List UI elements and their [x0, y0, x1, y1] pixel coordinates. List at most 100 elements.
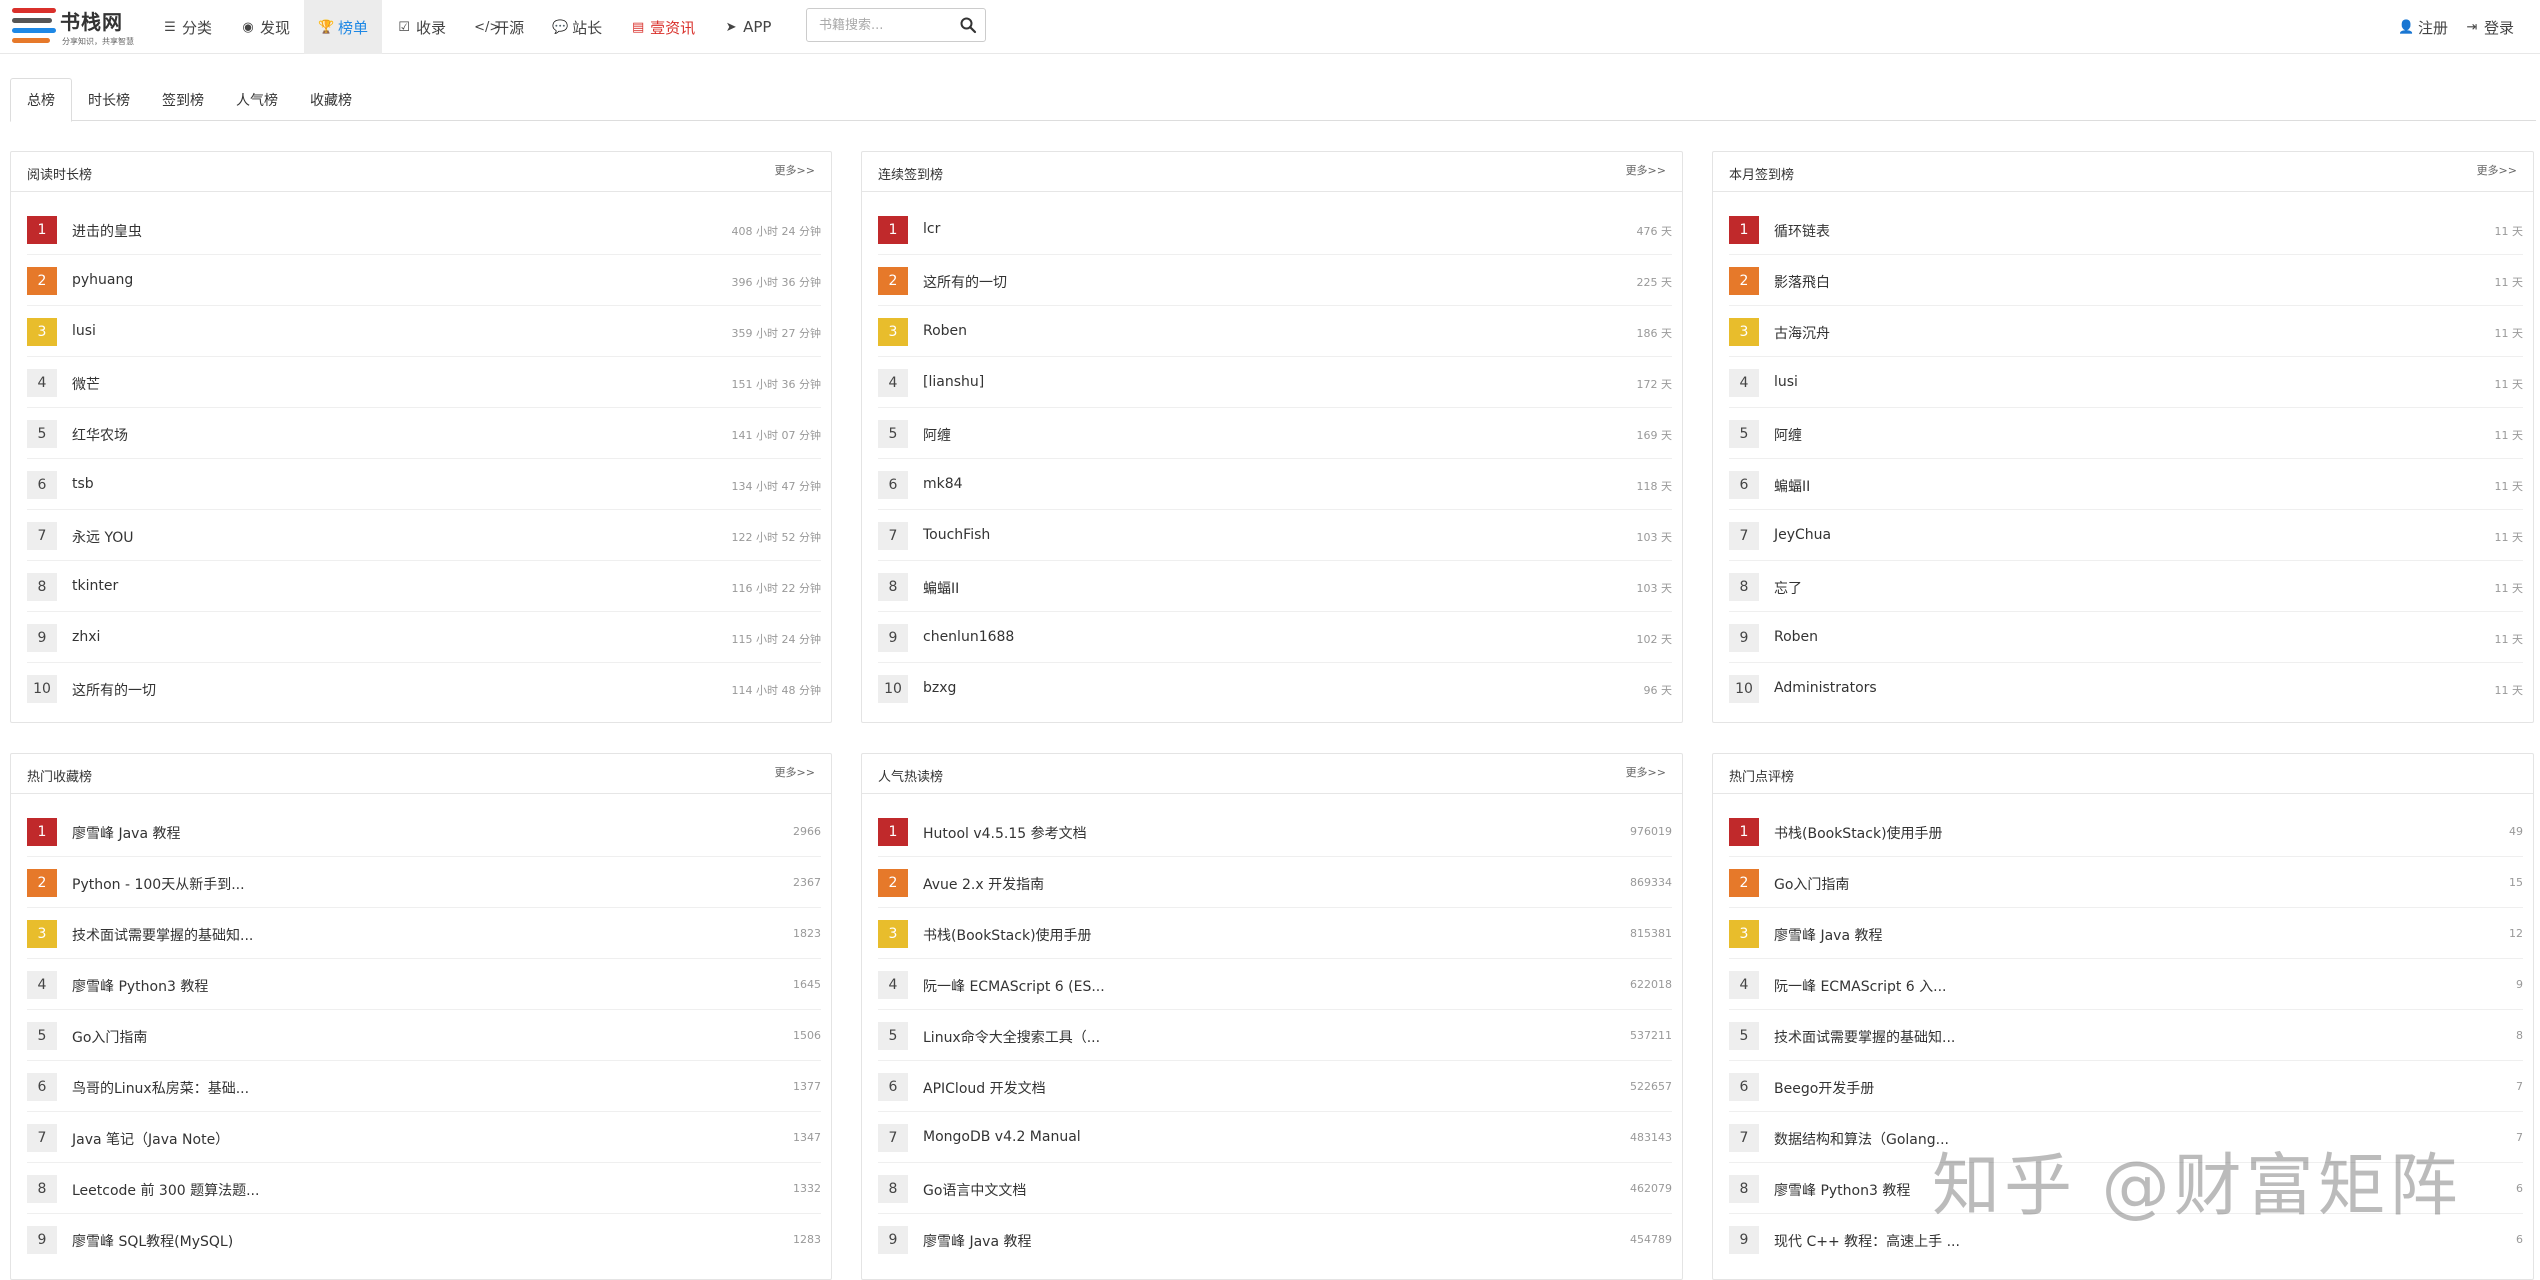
- rank-name-link[interactable]: 阿缠: [923, 425, 951, 445]
- rank-name-link[interactable]: 阮一峰 ECMAScript 6 (ES...: [923, 976, 1105, 996]
- rank-name-link[interactable]: 廖雪峰 Python3 教程: [1774, 1180, 1910, 1200]
- rank-name-link[interactable]: 鸟哥的Linux私房菜：基础...: [72, 1078, 249, 1098]
- rank-number-badge: 8: [1729, 573, 1759, 601]
- rank-name-link[interactable]: Beego开发手册: [1774, 1078, 1874, 1098]
- rank-name-link[interactable]: Go语言中文文档: [923, 1180, 1026, 1200]
- rank-name-link[interactable]: 影落飛白: [1774, 272, 1830, 292]
- rank-name-link[interactable]: chenlun1688: [923, 629, 1014, 645]
- rank-name-link[interactable]: 红华农场: [72, 425, 128, 445]
- rank-name-link[interactable]: [lianshu]: [923, 374, 984, 390]
- rank-name-link[interactable]: 蝙蝠II: [923, 578, 959, 598]
- rank-number-badge: 5: [27, 1022, 57, 1050]
- rank-name-link[interactable]: lcr: [923, 221, 940, 237]
- rank-name-link[interactable]: 这所有的一切: [923, 272, 1007, 292]
- rank-name-link[interactable]: 现代 C++ 教程：高速上手 ...: [1774, 1231, 1960, 1251]
- rank-name-link[interactable]: zhxi: [72, 629, 100, 645]
- wechat-icon: 💬: [552, 19, 569, 35]
- rank-name-link[interactable]: 这所有的一切: [72, 680, 156, 700]
- rank-name-link[interactable]: 微芒: [72, 374, 100, 394]
- more-link[interactable]: 更多>>: [2477, 162, 2517, 178]
- rank-name-link[interactable]: Roben: [923, 323, 967, 339]
- login-link[interactable]: ⇥ 登录: [2456, 0, 2522, 54]
- nav-item-webmaster[interactable]: 💬 站长: [538, 0, 616, 54]
- rank-number-badge: 5: [1729, 420, 1759, 448]
- rank-name-link[interactable]: Roben: [1774, 629, 1818, 645]
- nav-item-ranking[interactable]: 🏆 榜单: [304, 0, 383, 54]
- tab-duration[interactable]: 时长榜: [72, 78, 146, 121]
- register-link[interactable]: 👤 注册: [2390, 0, 2456, 54]
- rank-name-link[interactable]: 古海沉舟: [1774, 323, 1830, 343]
- rank-list: 1 进击的皇虫 408 小时 24 分钟 2 pyhuang 396 小时 36 分钟 3 l…: [11, 192, 831, 714]
- more-link[interactable]: 更多>>: [1626, 162, 1666, 178]
- rank-name-link[interactable]: 廖雪峰 SQL教程(MySQL): [72, 1231, 233, 1251]
- search-icon[interactable]: [959, 16, 977, 34]
- rank-value: 134 小时 47 分钟: [731, 480, 821, 493]
- nav-item-category[interactable]: ☰ 分类: [148, 0, 226, 54]
- nav-item-discover[interactable]: ◉ 发现: [226, 0, 304, 54]
- panel-header: 阅读时长榜 更多>>: [11, 152, 831, 192]
- rank-name-link[interactable]: 书栈(BookStack)使用手册: [1774, 823, 1943, 843]
- rank-name-link[interactable]: mk84: [923, 476, 963, 492]
- rank-name-link[interactable]: pyhuang: [72, 272, 133, 288]
- nav-item-collect[interactable]: ☑ 收录: [382, 0, 460, 54]
- rank-number-badge: 7: [27, 1124, 57, 1152]
- rank-name-link[interactable]: Go入门指南: [1774, 874, 1849, 894]
- rank-name-link[interactable]: 蝙蝠II: [1774, 476, 1810, 496]
- rank-name-link[interactable]: JeyChua: [1774, 527, 1831, 543]
- rank-name-link[interactable]: Go入门指南: [72, 1027, 147, 1047]
- rank-name-link[interactable]: tkinter: [72, 578, 118, 594]
- user-actions: 👤 注册 ⇥ 登录: [2390, 0, 2522, 54]
- nav-item-news[interactable]: ▤ 壹资讯: [616, 0, 709, 54]
- rank-name-link[interactable]: MongoDB v4.2 Manual: [923, 1129, 1081, 1145]
- sign-in-icon: ⇥: [2466, 19, 2478, 35]
- rank-name-link[interactable]: 技术面试需要掌握的基础知...: [72, 925, 253, 945]
- tab-signin[interactable]: 签到榜: [146, 78, 220, 121]
- rank-name-link[interactable]: 阿缠: [1774, 425, 1802, 445]
- rank-name-link[interactable]: APICloud 开发文档: [923, 1078, 1046, 1098]
- rank-name-link[interactable]: 廖雪峰 Python3 教程: [72, 976, 208, 996]
- rank-name-link[interactable]: TouchFish: [923, 527, 990, 543]
- rank-name-link[interactable]: 技术面试需要掌握的基础知...: [1774, 1027, 1955, 1047]
- rank-name-link[interactable]: 书栈(BookStack)使用手册: [923, 925, 1092, 945]
- rank-name-link[interactable]: lusi: [72, 323, 96, 339]
- rank-number-badge: 4: [27, 369, 57, 397]
- rank-name-link[interactable]: tsb: [72, 476, 94, 492]
- rank-row: 3 lusi 359 小时 27 分钟: [27, 306, 821, 357]
- rank-name-link[interactable]: 永远 YOU: [72, 527, 134, 547]
- rank-row: 2 Python - 100天从新手到... 2367: [27, 857, 821, 908]
- rank-name-link[interactable]: Linux命令大全搜索工具（...: [923, 1027, 1100, 1047]
- tab-popularity[interactable]: 人气榜: [220, 78, 294, 121]
- rank-name-link[interactable]: 进击的皇虫: [72, 221, 142, 241]
- rank-value: 1283: [793, 1233, 821, 1246]
- rank-name-link[interactable]: lusi: [1774, 374, 1798, 390]
- rank-number-badge: 5: [1729, 1022, 1759, 1050]
- rank-name-link[interactable]: 数据结构和算法（Golang...: [1774, 1129, 1949, 1149]
- rank-value: 12: [2509, 927, 2523, 940]
- search-input[interactable]: [807, 9, 947, 41]
- rank-name-link[interactable]: 循环链表: [1774, 221, 1830, 241]
- nav-item-label: 分类: [182, 18, 213, 37]
- rank-name-link[interactable]: Python - 100天从新手到...: [72, 874, 245, 894]
- rank-name-link[interactable]: Java 笔记（Java Note）: [72, 1129, 229, 1149]
- nav-item-label: 收录: [416, 18, 447, 37]
- site-logo[interactable]: 书栈网 分享知识，共享智慧: [12, 6, 134, 50]
- more-link[interactable]: 更多>>: [775, 162, 815, 178]
- tab-overall[interactable]: 总榜: [10, 78, 72, 122]
- rank-name-link[interactable]: 阮一峰 ECMAScript 6 入...: [1774, 976, 1947, 996]
- tab-favorites[interactable]: 收藏榜: [294, 78, 368, 121]
- rank-name-link[interactable]: 廖雪峰 Java 教程: [923, 1231, 1031, 1251]
- nav-item-opensource[interactable]: </> 开源: [460, 0, 538, 54]
- panel-header: 本月签到榜 更多>>: [1713, 152, 2533, 192]
- more-link[interactable]: 更多>>: [775, 764, 815, 780]
- nav-item-app[interactable]: ➤ APP: [709, 0, 785, 54]
- rank-name-link[interactable]: Hutool v4.5.15 参考文档: [923, 823, 1087, 843]
- rank-name-link[interactable]: Avue 2.x 开发指南: [923, 874, 1044, 894]
- rank-name-link[interactable]: Leetcode 前 300 题算法题...: [72, 1180, 259, 1200]
- rank-value: 9: [2516, 978, 2523, 991]
- rank-name-link[interactable]: Administrators: [1774, 680, 1877, 696]
- rank-name-link[interactable]: 忘了: [1774, 578, 1802, 598]
- rank-name-link[interactable]: bzxg: [923, 680, 956, 696]
- rank-name-link[interactable]: 廖雪峰 Java 教程: [72, 823, 180, 843]
- more-link[interactable]: 更多>>: [1626, 764, 1666, 780]
- rank-name-link[interactable]: 廖雪峰 Java 教程: [1774, 925, 1882, 945]
